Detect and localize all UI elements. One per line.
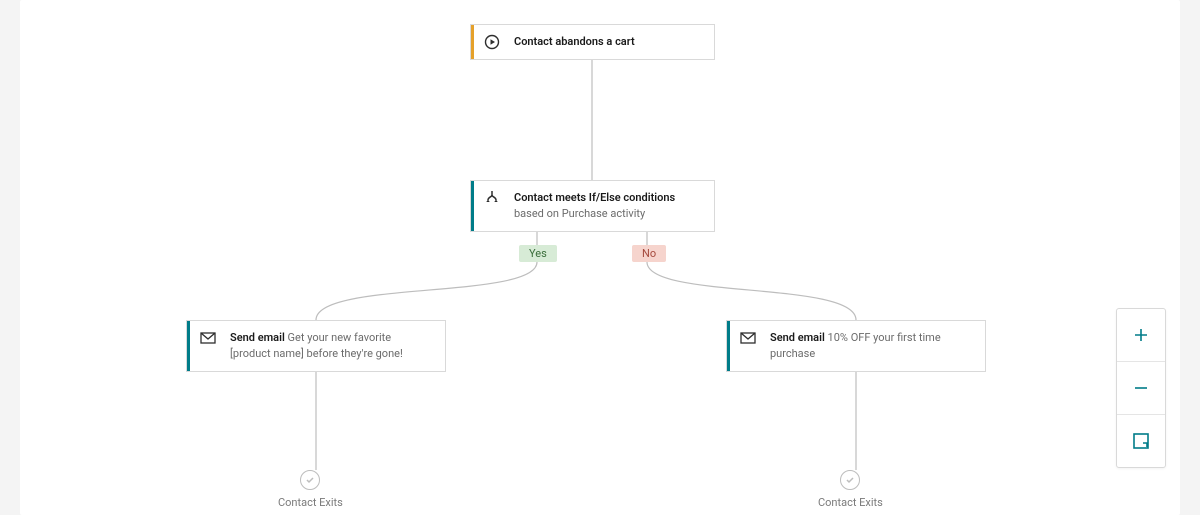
condition-node[interactable]: Contact meets If/Else conditions based o… [470, 180, 715, 232]
branch-yes-label: Yes [519, 245, 557, 262]
check-circle-icon [300, 470, 320, 490]
trigger-label: Contact abandons a cart [510, 34, 714, 50]
envelope-icon [190, 321, 226, 347]
minus-icon [1132, 379, 1150, 397]
zoom-controls [1116, 308, 1166, 468]
connector-lines [20, 0, 1180, 515]
email-no-node[interactable]: Send email 10% OFF your first time purch… [726, 320, 986, 372]
branch-no-label: No [632, 245, 666, 262]
fit-screen-icon [1131, 431, 1151, 451]
email-yes-node[interactable]: Send email Get your new favorite [produc… [186, 320, 446, 372]
envelope-icon [730, 321, 766, 347]
condition-label: Contact meets If/Else conditions based o… [510, 181, 714, 231]
email-yes-label: Send email Get your new favorite [produc… [226, 321, 445, 371]
exit-left: Contact Exits [278, 470, 343, 509]
email-no-label: Send email 10% OFF your first time purch… [766, 321, 985, 371]
plus-icon [1132, 326, 1150, 344]
zoom-out-button[interactable] [1117, 361, 1165, 414]
zoom-fit-button[interactable] [1117, 414, 1165, 467]
workflow-canvas[interactable]: Contact abandons a cart Contact meets If… [20, 0, 1180, 515]
play-circle-icon [474, 34, 510, 50]
exit-right-label: Contact Exits [818, 496, 883, 509]
check-circle-icon [840, 470, 860, 490]
branch-icon [474, 181, 510, 205]
zoom-in-button[interactable] [1117, 309, 1165, 361]
exit-left-label: Contact Exits [278, 496, 343, 509]
exit-right: Contact Exits [818, 470, 883, 509]
trigger-node[interactable]: Contact abandons a cart [470, 24, 715, 60]
